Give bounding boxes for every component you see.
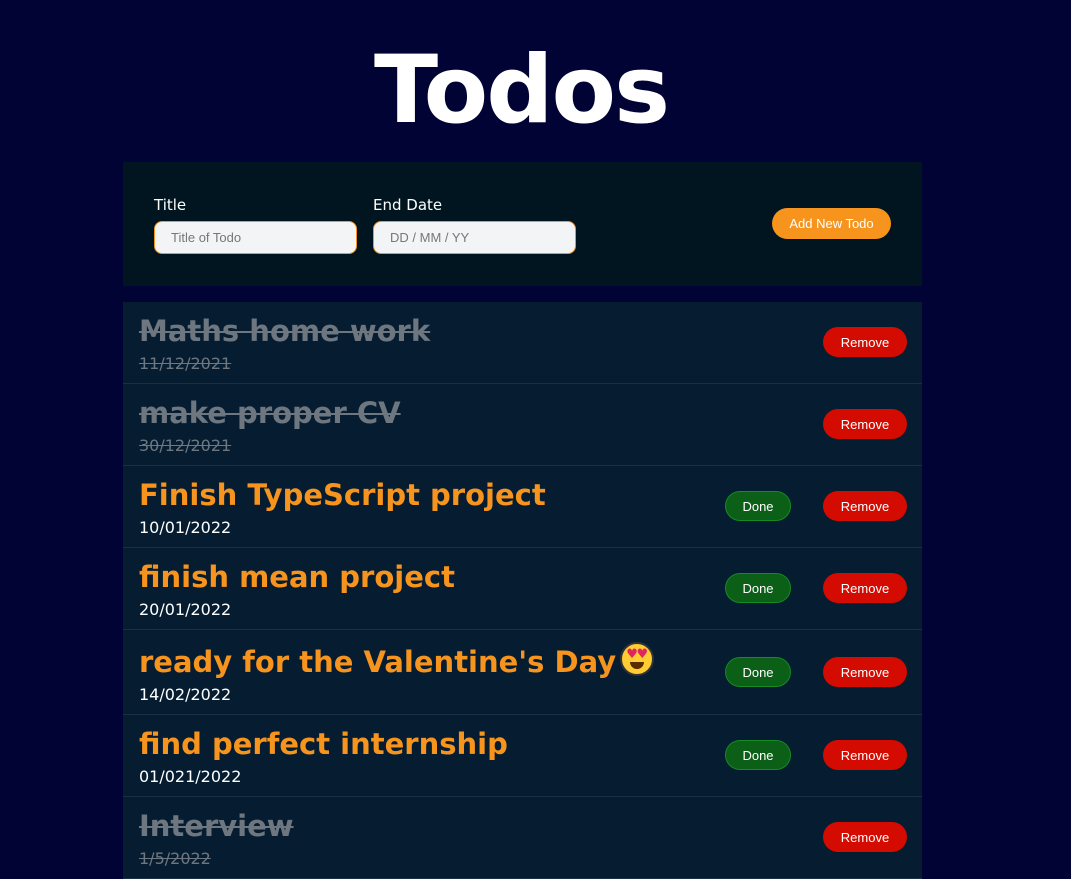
title-field: Title [154,196,357,254]
page-title: Todos [373,36,670,145]
todo-date: 30/12/2021 [139,436,232,455]
add-new-todo-button[interactable]: Add New Todo [772,208,891,239]
todo-title-text: ready for the Valentine's Day [139,645,617,679]
remove-button[interactable]: Remove [823,491,907,521]
end-date-label: End Date [373,196,443,214]
remove-button[interactable]: Remove [823,657,907,687]
todo-date: 11/12/2021 [139,354,232,373]
todo-title: Interview [139,809,294,843]
todo-date: 1/5/2022 [139,849,211,868]
todo-title: find perfect internship [139,727,508,761]
todo-title: make proper CV [139,396,401,430]
todo-item: finish mean project 20/01/2022 Done Remo… [123,548,922,630]
todo-item: ready for the Valentine's Day 14/02/2022… [123,630,922,715]
todo-title: ready for the Valentine's Day [139,642,655,681]
remove-button[interactable]: Remove [823,409,907,439]
remove-button[interactable]: Remove [823,822,907,852]
done-button[interactable]: Done [725,573,791,603]
todo-date: 20/01/2022 [139,600,232,619]
todo-title: finish mean project [139,560,455,594]
todo-title: Maths home work [139,314,431,348]
todo-item: find perfect internship 01/021/2022 Done… [123,715,922,797]
remove-button[interactable]: Remove [823,740,907,770]
todo-item: Finish TypeScript project 10/01/2022 Don… [123,466,922,548]
remove-button[interactable]: Remove [823,573,907,603]
todo-title: Finish TypeScript project [139,478,546,512]
heart-eyes-emoji-icon [620,642,655,676]
remove-button[interactable]: Remove [823,327,907,357]
todo-item: Interview 1/5/2022 Remove [123,797,922,879]
title-input[interactable] [154,221,357,254]
end-date-field: End Date [373,196,576,254]
end-date-input[interactable] [373,221,576,254]
done-button[interactable]: Done [725,657,791,687]
todo-item: make proper CV 30/12/2021 Remove [123,384,922,466]
add-todo-form: Title End Date Add New Todo [123,162,922,286]
done-button[interactable]: Done [725,491,791,521]
todo-date: 14/02/2022 [139,685,232,704]
todo-date: 01/021/2022 [139,767,242,786]
done-button[interactable]: Done [725,740,791,770]
todo-list: Maths home work 11/12/2021 Remove make p… [123,302,922,879]
todo-item: Maths home work 11/12/2021 Remove [123,302,922,384]
todo-date: 10/01/2022 [139,518,232,537]
title-label: Title [154,196,187,214]
